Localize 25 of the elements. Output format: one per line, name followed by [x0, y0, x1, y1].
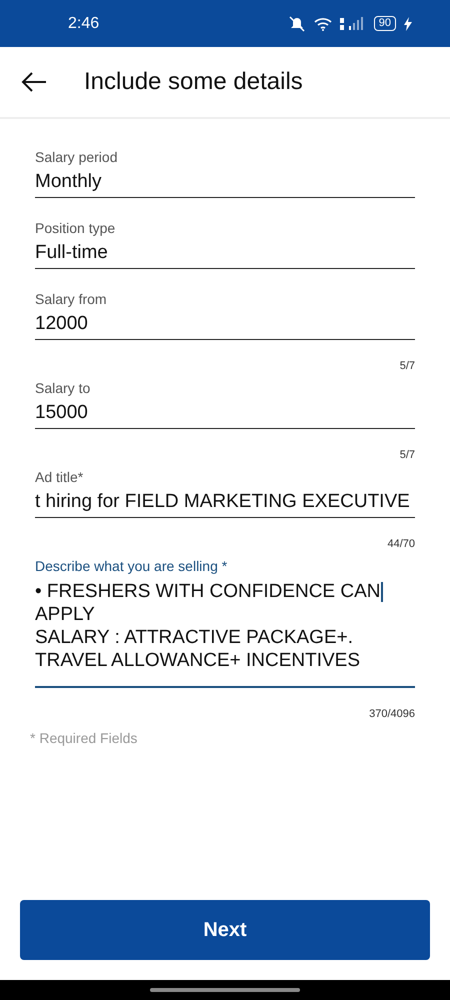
mute-icon	[288, 16, 306, 32]
wifi-icon	[314, 16, 332, 30]
character-counter: 370/4096	[369, 708, 415, 720]
input-field[interactable]: t hiring for FIELD MARKETING EXECUTIVE	[35, 491, 415, 518]
required-note: * Required Fields	[30, 730, 138, 746]
page-title: Include some details	[84, 68, 303, 96]
character-counter: 5/7	[400, 449, 415, 461]
next-button[interactable]: Next	[20, 900, 430, 960]
input-field[interactable]: Full-time	[35, 242, 415, 269]
description-field[interactable]: • FRESHERS WITH CONFIDENCE CAN APPLY SALARY : ATTRACTIVE PACKAGE+. TRAVEL ALLOWANCE+ INCENTIVES	[35, 580, 415, 688]
field-label: Ad title*	[35, 469, 84, 485]
field-label: Salary from	[35, 291, 108, 307]
field-label: Position type	[35, 220, 116, 236]
signal-icon	[340, 16, 366, 30]
status-time: 2:46	[68, 14, 100, 32]
field-label: Describe what you are selling *	[35, 558, 228, 574]
character-counter: 5/7	[400, 360, 415, 372]
field-label: Salary period	[35, 149, 118, 165]
charging-icon	[404, 16, 412, 30]
battery-level: 90	[374, 16, 396, 31]
input-field[interactable]: 15000	[35, 402, 415, 429]
input-field[interactable]: 12000	[35, 313, 415, 340]
field-label: Salary to	[35, 380, 92, 396]
character-counter: 44/70	[387, 538, 415, 550]
input-field[interactable]: Monthly	[35, 171, 415, 198]
